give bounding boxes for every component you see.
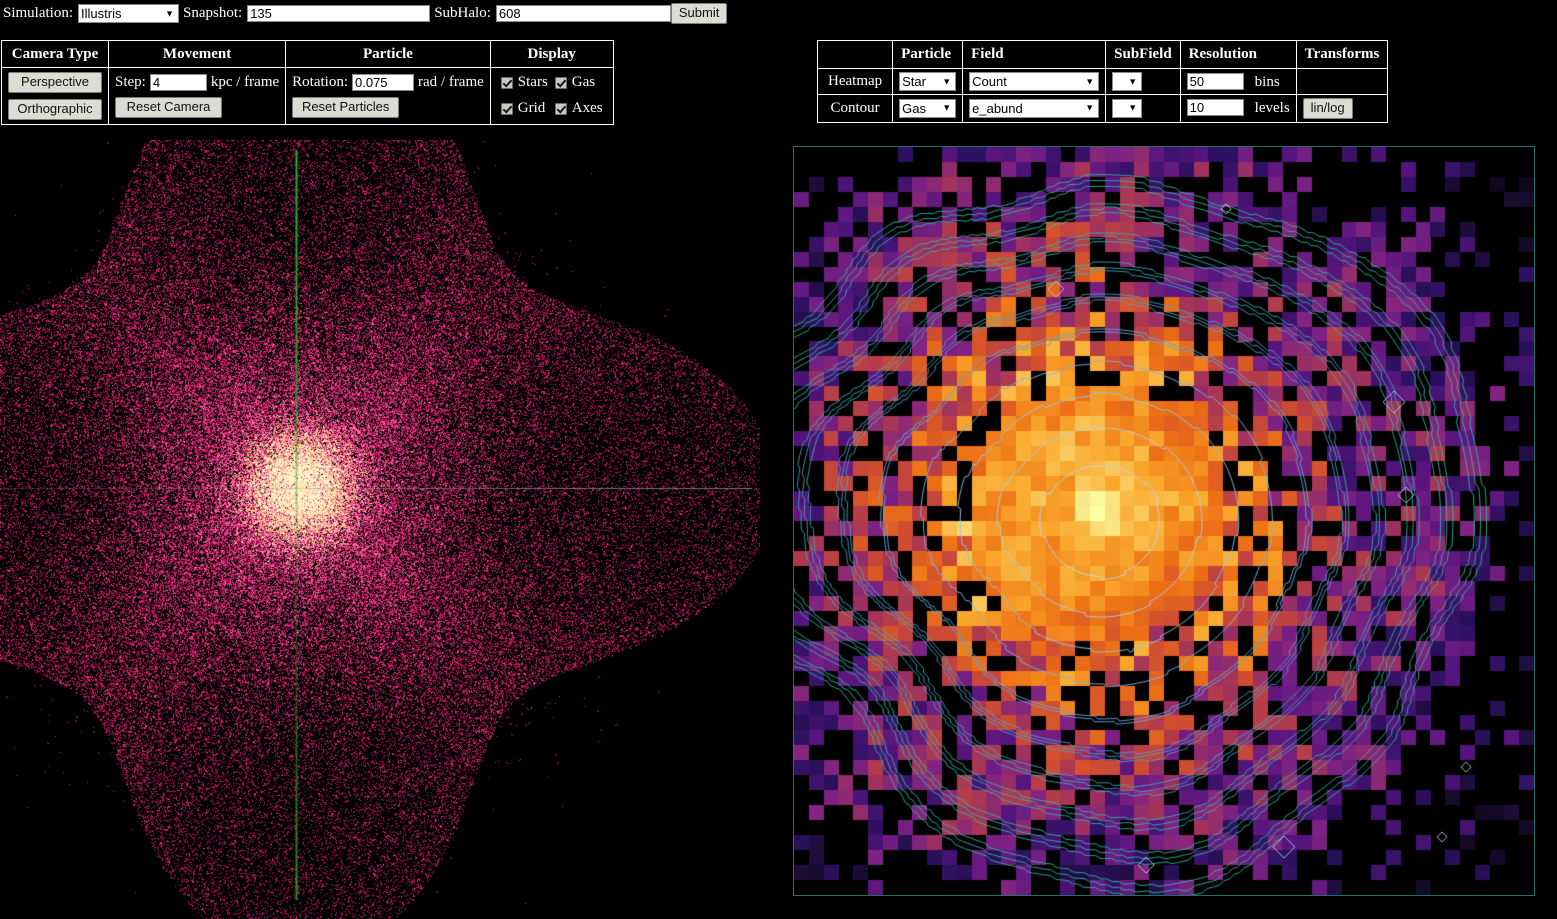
step-row: Step: kpc / frame [115,73,280,91]
heatmap-subfield-select[interactable] [1112,72,1143,91]
heatmap-resolution-input[interactable] [1186,72,1244,90]
grid-checkbox[interactable] [500,102,513,115]
contour-resolution-unit: levels [1254,100,1290,117]
control-header-row: Camera Type Movement Particle Display [1,40,614,68]
contour-field-select[interactable]: e_abund [969,98,1100,118]
orthographic-button[interactable]: Orthographic [8,98,102,120]
submit-button[interactable]: Submit [670,3,728,24]
heatmap-resolution-cell: bins [1179,68,1297,95]
layer-config-table: Particle Field SubField Resolution Trans… [816,40,1389,123]
config-row-heatmap: Heatmap Star ▼ Count ▼ ▼ 50 bins [816,68,1389,95]
heatmap-subfield-cell: ▼ [1105,68,1181,95]
config-header-subfield: SubField [1105,40,1181,69]
config-header-field: Field [962,40,1107,69]
config-header-particle: Particle [892,40,964,69]
config-header-row: Particle Field SubField Resolution Trans… [816,40,1389,69]
grid-label: Grid [517,100,546,117]
header-camera-type: Camera Type [1,40,109,68]
gas-checkbox[interactable] [554,76,567,89]
stars-label: Stars [517,74,548,91]
contour-resolution-cell: levels [1179,94,1297,123]
display-toggle-gas[interactable]: Gas [554,74,603,91]
display-toggle-axes[interactable]: Axes [554,100,603,117]
contour-field-cell: e_abund ▼ [962,94,1107,123]
contour-particle-select[interactable]: Gas [899,98,957,118]
header-movement: Movement [107,40,287,68]
config-header-resolution: Resolution [1179,40,1297,69]
heatmap-transforms-cell [1295,68,1389,95]
display-toggle-grid[interactable]: Grid [500,100,548,117]
particle-viewport[interactable] [0,140,760,919]
heatmap-row-label: Heatmap [816,68,894,95]
header-particle: Particle [285,40,491,68]
stars-checkbox[interactable] [500,76,513,89]
axes-checkbox[interactable] [554,102,567,115]
heatmap-particle-select[interactable]: Star [899,72,957,91]
header-display: Display [489,40,614,68]
contour-row-label: Contour [816,94,894,123]
snapshot-input[interactable] [247,5,431,22]
reset-particles-button[interactable]: Reset Particles [292,96,400,118]
heatmap-field-select[interactable]: Count [969,72,1100,91]
contour-subfield-select[interactable] [1112,98,1143,118]
reset-camera-button[interactable]: Reset Camera [115,96,222,118]
gas-label: Gas [571,74,596,91]
snapshot-label: Snapshot: [183,5,243,21]
axes-label: Axes [571,100,603,117]
control-body-row: Perspective Orthographic Step: kpc / fra… [1,67,614,125]
simulation-select-wrapper: Illustris ▼ [78,4,180,23]
camera-control-table: Camera Type Movement Particle Display Pe… [1,40,614,125]
subhalo-label: SubHalo: [434,5,491,21]
particle-scatter-canvas[interactable] [0,140,760,919]
rotation-unit-label: rad / frame [418,73,484,90]
camera-type-cell: Perspective Orthographic [1,67,109,125]
contour-transforms-cell: lin/log [1295,94,1389,123]
rotation-label: Rotation: [292,73,348,90]
display-toggle-stars[interactable]: Stars [500,74,548,91]
movement-cell: Step: kpc / frame Reset Camera [107,67,287,125]
step-input[interactable] [149,73,207,91]
config-row-contour: Contour Gas ▼ e_abund ▼ ▼ 10 levels lin/… [816,94,1389,123]
step-unit-label: kpc / frame [210,73,280,90]
heatmap-particle-cell: Star ▼ [892,68,964,95]
heatmap-field-cell: Count ▼ [962,68,1107,95]
simulation-select[interactable]: Illustris [78,4,180,23]
simulation-label: Simulation: [3,5,74,21]
heatmap-contour-panel[interactable] [793,146,1535,896]
config-header-corner [816,40,894,69]
top-toolbar: Simulation: Illustris ▼ Snapshot: SubHal… [0,0,1557,27]
contour-particle-cell: Gas ▼ [892,94,964,123]
contour-resolution-input[interactable] [1186,99,1244,117]
rotation-input[interactable] [352,73,414,91]
contour-linlog-button[interactable]: lin/log [1302,98,1353,119]
particle-cell: Rotation: rad / frame Reset Particles [285,67,491,125]
display-cell: Stars Gas Grid Axes [489,67,614,125]
heatmap-resolution-unit: bins [1254,73,1280,90]
contour-overlay-canvas [794,147,1534,895]
rotation-row: Rotation: rad / frame [292,73,484,91]
contour-subfield-cell: ▼ [1105,94,1181,123]
perspective-button[interactable]: Perspective [8,72,102,93]
subhalo-input[interactable] [495,5,671,22]
step-label: Step: [115,73,146,90]
config-header-transforms: Transforms [1295,40,1389,69]
